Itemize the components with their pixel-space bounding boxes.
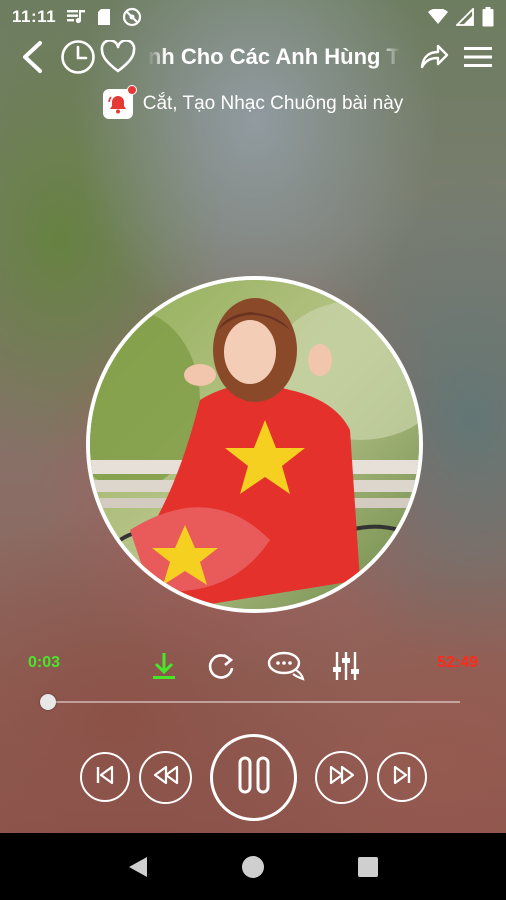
seek-thumb[interactable]: [40, 694, 57, 710]
fast-forward-icon: [327, 764, 357, 791]
no-disturb-icon: [122, 7, 142, 27]
repeat-icon[interactable]: [201, 646, 241, 686]
home-circle-icon[interactable]: [223, 837, 283, 897]
hamburger-menu-icon[interactable]: [456, 34, 500, 80]
pause-icon: [236, 755, 272, 800]
player-header: Dành Cho Các Anh Hùng T: [0, 34, 506, 80]
back-arrow-icon[interactable]: [10, 34, 54, 80]
sd-card-icon: [96, 8, 112, 26]
ringtone-label: Cắt, Tạo Nhạc Chuông bài này: [142, 93, 404, 114]
skip-next-icon: [391, 764, 413, 791]
recents-square-icon[interactable]: [338, 837, 398, 897]
rewind-icon: [151, 764, 181, 791]
rewind-button[interactable]: [139, 751, 192, 804]
notification-dot: [126, 85, 137, 95]
status-bar: 11:11: [0, 0, 506, 34]
history-clock-icon[interactable]: [58, 34, 98, 80]
back-triangle-icon[interactable]: [108, 837, 168, 897]
song-title: Dành Cho Các Anh Hùng T: [148, 44, 400, 69]
ringtone-bell-icon: [102, 85, 137, 119]
share-icon[interactable]: [412, 34, 456, 80]
comments-icon[interactable]: [266, 646, 306, 686]
album-art: [86, 276, 423, 613]
skip-previous-button[interactable]: [80, 752, 130, 802]
pause-button[interactable]: [210, 734, 297, 821]
download-icon[interactable]: [144, 646, 184, 686]
battery-icon: [482, 7, 494, 27]
system-nav-bar: [0, 833, 506, 900]
fast-forward-button[interactable]: [315, 751, 368, 804]
signal-icon: [456, 8, 474, 26]
status-time: 11:11: [12, 7, 57, 26]
time-total: 52:49: [437, 654, 478, 671]
skip-previous-icon: [94, 764, 116, 791]
skip-next-button[interactable]: [377, 752, 427, 802]
player-actions: 0:03 52:49: [0, 646, 506, 686]
wifi-icon: [428, 9, 448, 25]
ringtone-banner[interactable]: Cắt, Tạo Nhạc Chuông bài này: [0, 84, 506, 124]
time-elapsed: 0:03: [28, 654, 61, 671]
equalizer-icon[interactable]: [326, 646, 366, 686]
music-note-icon: [66, 8, 86, 26]
heart-icon[interactable]: [98, 34, 138, 80]
seek-bar[interactable]: [40, 694, 460, 710]
